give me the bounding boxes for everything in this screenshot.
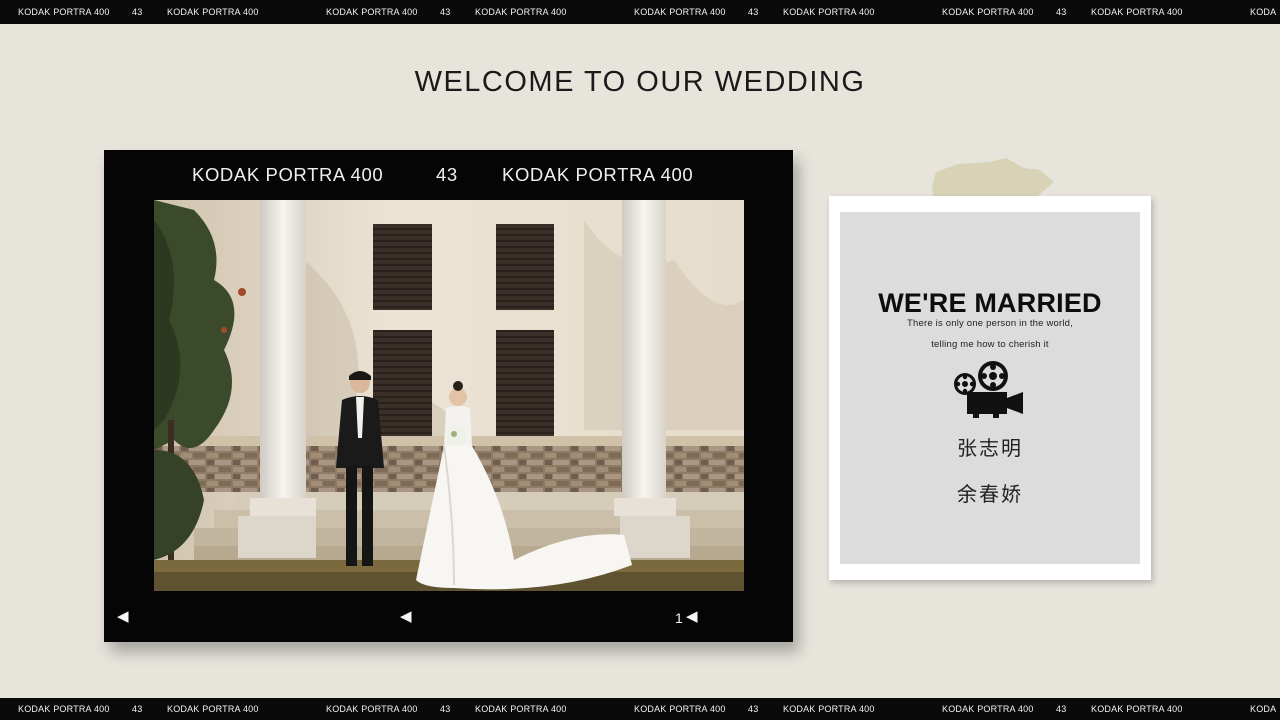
page-title: WELCOME TO OUR WEDDING xyxy=(414,66,866,98)
strip-brand-label-cut: KODA xyxy=(1250,704,1277,714)
strip-brand-label: KODAK PORTRA 400 xyxy=(942,7,1034,17)
film-number-label: 43 xyxy=(436,164,458,185)
married-card: WE'RE MARRIED There is only one person i… xyxy=(829,196,1151,580)
film-frame: KODAK PORTRA 400 43 KODAK PORTRA 400 ◀ ◀… xyxy=(104,150,793,642)
strip-number-label: 43 xyxy=(1056,7,1067,17)
strip-brand-label: KODAK PORTRA 400 xyxy=(1091,704,1183,714)
strip-brand-label: KODAK PORTRA 400 xyxy=(783,7,875,17)
strip-brand-label: KODAK PORTRA 400 xyxy=(1091,7,1183,17)
strip-number-label: 43 xyxy=(748,7,759,17)
wedding-photo xyxy=(154,200,744,591)
card-quote-line-2: telling me how to cherish it xyxy=(931,339,1049,350)
strip-brand-label: KODAK PORTRA 400 xyxy=(475,704,567,714)
card-title: WE'RE MARRIED xyxy=(878,288,1102,318)
strip-brand-label: KODAK PORTRA 400 xyxy=(18,704,110,714)
married-card-panel: WE'RE MARRIED There is only one person i… xyxy=(840,212,1140,564)
film-brand-label-right: KODAK PORTRA 400 xyxy=(502,164,694,185)
frame-number: 1 xyxy=(675,610,683,626)
strip-brand-label: KODAK PORTRA 400 xyxy=(634,7,726,17)
triangle-left-icon: ◀ xyxy=(686,608,698,625)
strip-brand-label: KODAK PORTRA 400 xyxy=(167,704,259,714)
strip-brand-label: KODAK PORTRA 400 xyxy=(326,704,418,714)
strip-brand-label: KODAK PORTRA 400 xyxy=(326,7,418,17)
strip-number-label: 43 xyxy=(1056,704,1067,714)
triangle-left-icon: ◀ xyxy=(117,608,129,625)
strip-brand-label: KODAK PORTRA 400 xyxy=(18,7,110,17)
strip-brand-label: KODAK PORTRA 400 xyxy=(783,704,875,714)
triangle-left-icon: ◀ xyxy=(400,608,412,625)
strip-brand-label: KODAK PORTRA 400 xyxy=(942,704,1034,714)
strip-brand-label: KODAK PORTRA 400 xyxy=(475,7,567,17)
strip-number-label: 43 xyxy=(132,7,143,17)
wedding-photo-illustration xyxy=(154,200,744,591)
strip-number-label: 43 xyxy=(748,704,759,714)
strip-number-label: 43 xyxy=(440,704,451,714)
bottom-film-strip: KODAK PORTRA 400 43 KODAK PORTRA 400 KOD… xyxy=(0,698,1280,720)
strip-brand-label-cut: KODA xyxy=(1250,7,1277,17)
strip-brand-label: KODAK PORTRA 400 xyxy=(167,7,259,17)
card-quote-line-1: There is only one person in the world, xyxy=(906,318,1074,329)
bride-name: 余春娇 xyxy=(957,482,1023,506)
film-camera-icon xyxy=(954,361,1023,418)
top-film-strip: KODAK PORTRA 400 43 KODAK PORTRA 400 KOD… xyxy=(0,0,1280,24)
strip-number-label: 43 xyxy=(440,7,451,17)
strip-number-label: 43 xyxy=(132,704,143,714)
groom-name: 张志明 xyxy=(957,436,1023,460)
strip-brand-label: KODAK PORTRA 400 xyxy=(634,704,726,714)
film-brand-label-left: KODAK PORTRA 400 xyxy=(192,164,384,185)
